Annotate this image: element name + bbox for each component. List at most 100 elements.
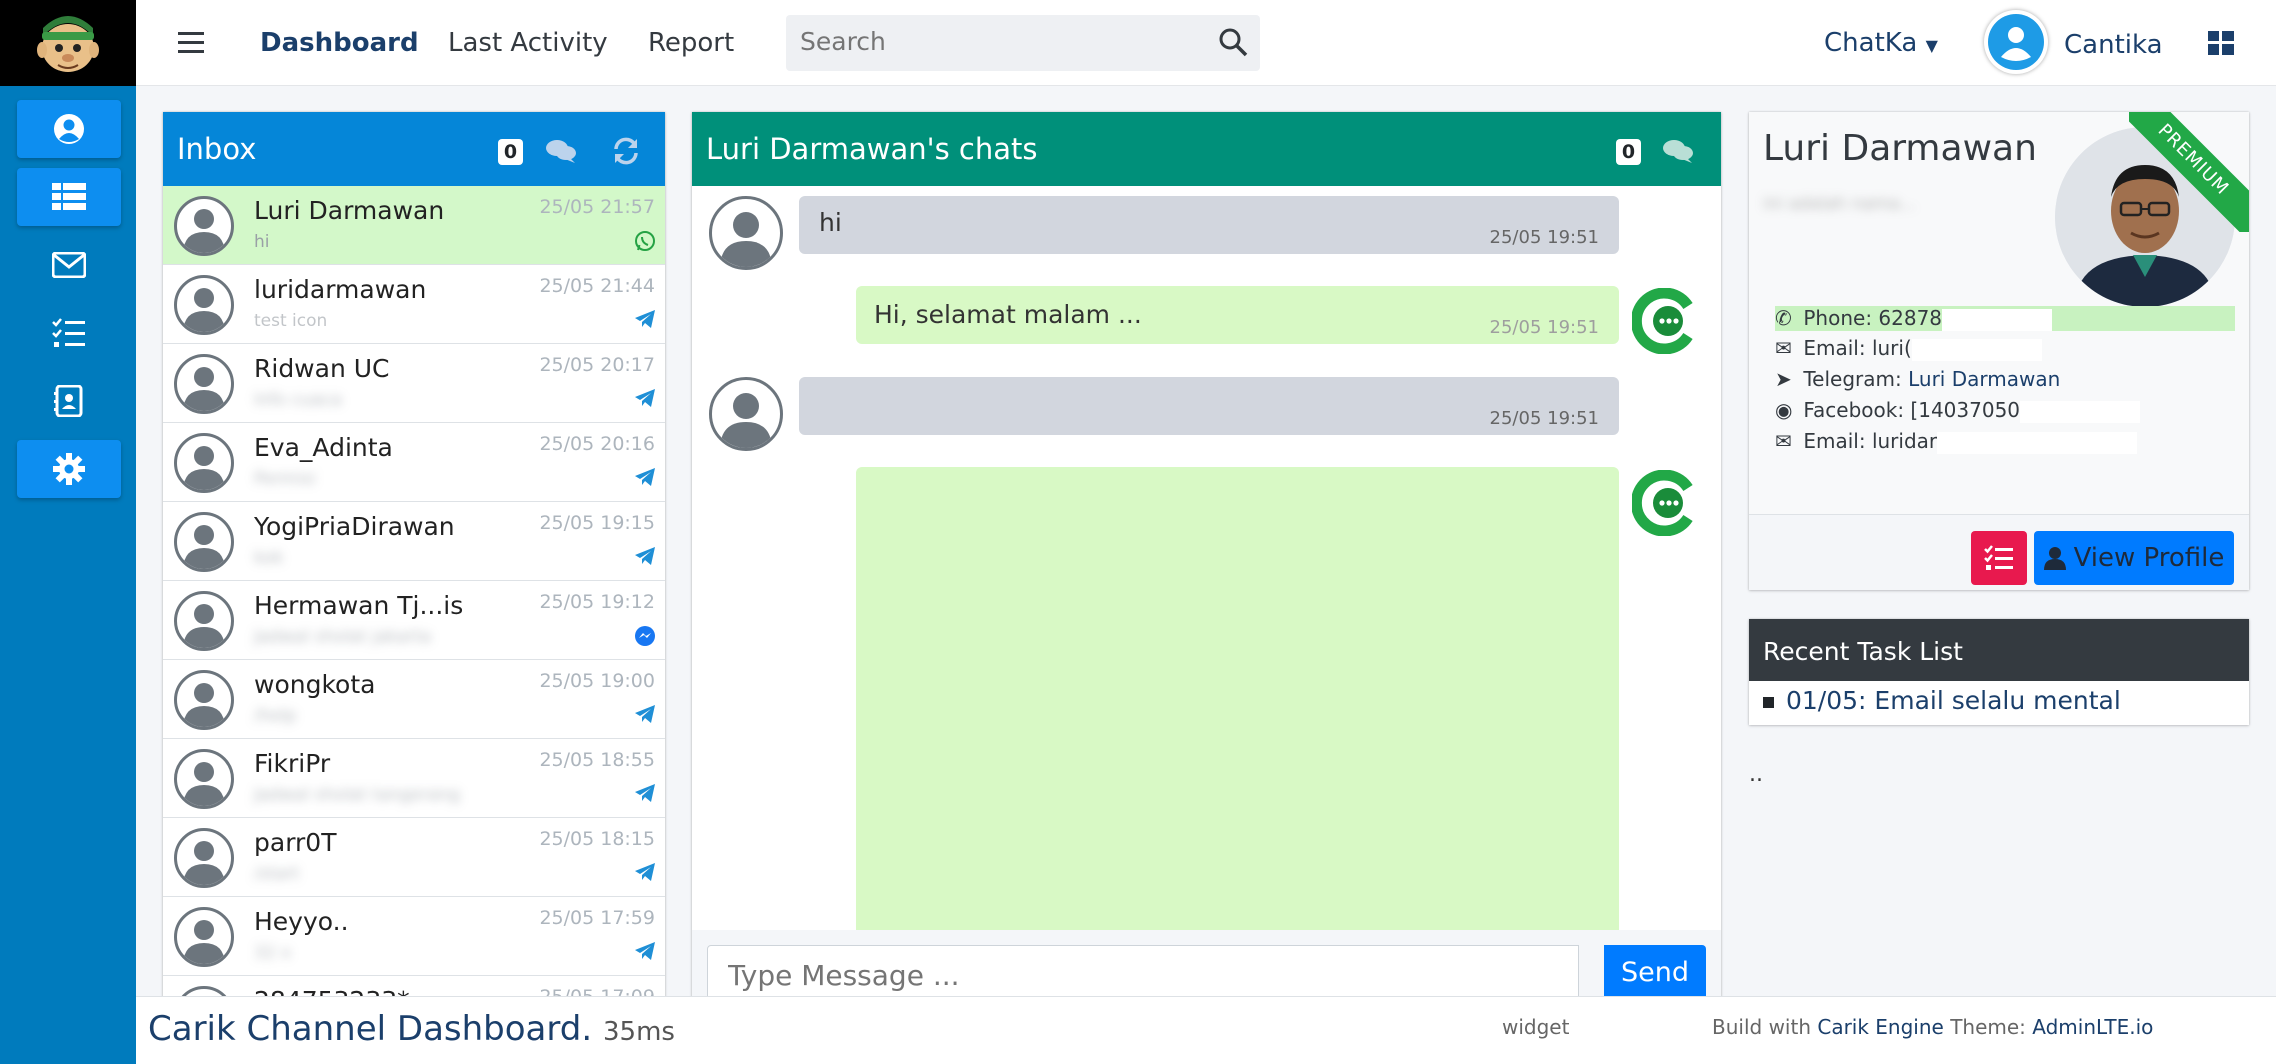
apps-grid-icon[interactable] bbox=[2208, 31, 2234, 59]
user-silhouette-icon bbox=[183, 367, 225, 411]
message-time: 25/05 17:59 bbox=[539, 907, 655, 929]
contact-avatar bbox=[174, 591, 234, 651]
sidebar-item-settings[interactable] bbox=[17, 440, 121, 498]
message-preview: 32 x bbox=[254, 943, 292, 963]
profile-facebook-text: Facebook: [14037050 bbox=[1803, 398, 2021, 422]
user-silhouette-icon bbox=[183, 762, 225, 806]
message-preview: Permisi bbox=[254, 469, 316, 489]
profile-phone: ✆ Phone: 62878 bbox=[1775, 306, 2235, 331]
chat-title: Luri Darmawan's chats bbox=[706, 132, 1038, 166]
profile-subtitle: ini adalah nama... bbox=[1763, 194, 1916, 214]
telegram-icon: ➤ bbox=[1775, 367, 1792, 391]
task-item[interactable]: 01/05: Email selalu mental bbox=[1763, 686, 2121, 715]
sidebar-item-mail[interactable] bbox=[17, 236, 121, 294]
task-item-label: 01/05: Email selalu mental bbox=[1786, 686, 2121, 715]
nav-last-activity[interactable]: Last Activity bbox=[448, 28, 608, 58]
search-icon[interactable] bbox=[1218, 27, 1248, 61]
conversation-item[interactable]: YogiPriaDirawan kok 25/05 19:15 bbox=[163, 502, 665, 581]
user-name[interactable]: Cantika bbox=[2064, 30, 2163, 60]
footer-credits: Build with Carik Engine Theme: AdminLTE.… bbox=[1712, 1015, 2153, 1039]
conversation-item[interactable]: luridarmawan test icon 25/05 21:44 bbox=[163, 265, 665, 344]
contact-avatar bbox=[174, 196, 234, 256]
inbox-title: Inbox bbox=[177, 132, 257, 166]
user-silhouette-icon bbox=[720, 212, 772, 267]
contact-avatar bbox=[174, 512, 234, 572]
premium-ribbon-label: PREMIUM bbox=[2129, 112, 2249, 232]
telegram-icon bbox=[634, 704, 656, 728]
telegram-icon bbox=[634, 862, 656, 886]
extra-text: .. bbox=[1749, 762, 1763, 787]
contact-name: wongkota bbox=[254, 670, 376, 699]
conversation-item[interactable]: Heyyo.. 32 x 25/05 17:59 bbox=[163, 897, 665, 976]
messenger-icon bbox=[634, 625, 656, 651]
chat-header: Luri Darmawan's chats 0 bbox=[692, 112, 1721, 186]
telegram-icon bbox=[634, 783, 656, 807]
contact-avatar bbox=[174, 275, 234, 335]
message-time: 25/05 19:12 bbox=[539, 591, 655, 613]
address-book-icon bbox=[54, 385, 83, 417]
telegram-icon bbox=[634, 941, 656, 965]
bot-dropdown[interactable]: ChatKa ▼ bbox=[1824, 28, 1938, 58]
inbox-card: Inbox 0 Luri Darmawan hi 25/05 21:57 lurida… bbox=[163, 112, 665, 1002]
nav-report[interactable]: Report bbox=[648, 28, 734, 58]
brand-logo[interactable] bbox=[0, 0, 136, 86]
user-silhouette-icon bbox=[183, 288, 225, 332]
conversation-item[interactable]: wongkota/help 25/05 19:00 bbox=[163, 660, 665, 739]
user-silhouette-icon bbox=[183, 683, 225, 727]
message-text: Hi, selamat malam ... bbox=[874, 300, 1142, 329]
profile-actions: View Profile bbox=[1749, 514, 2249, 590]
message-input[interactable] bbox=[707, 945, 1579, 1002]
sidebar-item-contacts[interactable] bbox=[17, 372, 121, 430]
comments-icon[interactable] bbox=[545, 138, 577, 168]
contact-name: parr0T bbox=[254, 828, 337, 857]
conversation-item[interactable]: Luri Darmawan hi 25/05 21:57 bbox=[163, 186, 665, 265]
search-input[interactable] bbox=[800, 27, 1200, 56]
message-bubble-out bbox=[856, 467, 1619, 937]
phone-icon: ✆ bbox=[1775, 306, 1792, 330]
profile-email-2: ✉ Email: luridar bbox=[1775, 429, 2138, 454]
sidebar-item-profile[interactable] bbox=[17, 100, 121, 158]
table-icon bbox=[52, 183, 86, 210]
footer: Carik Channel Dashboard. 35ms widget Bui… bbox=[136, 996, 2276, 1064]
sidebar bbox=[0, 0, 136, 1064]
message-time: 25/05 19:00 bbox=[539, 670, 655, 692]
task-list-button[interactable] bbox=[1971, 531, 2027, 585]
message-preview: Jadwal sholat tangerang bbox=[254, 785, 460, 805]
user-silhouette-icon bbox=[183, 446, 225, 490]
contact-name: Hermawan Tj...is bbox=[254, 591, 464, 620]
conversation-item[interactable]: parr0T/start 25/05 18:15 bbox=[163, 818, 665, 897]
envelope-icon: ✉ bbox=[1775, 336, 1792, 360]
profile-email2-text: Email: luridar bbox=[1803, 429, 1938, 453]
profile-telegram-label: Telegram: bbox=[1803, 367, 1909, 391]
refresh-icon[interactable] bbox=[611, 136, 641, 170]
user-avatar[interactable] bbox=[1984, 10, 2048, 74]
hamburger-menu-icon[interactable] bbox=[178, 31, 204, 59]
user-silhouette-icon bbox=[720, 393, 772, 448]
message-preview: Info cuaca bbox=[254, 390, 342, 410]
bot-dropdown-label: ChatKa bbox=[1824, 28, 1918, 58]
user-silhouette-icon bbox=[183, 604, 225, 648]
footer-engine-link[interactable]: Carik Engine bbox=[1817, 1015, 1943, 1039]
message-time: 25/05 21:57 bbox=[539, 196, 655, 218]
user-circle-icon bbox=[54, 114, 84, 144]
conversation-item[interactable]: Ridwan UC Info cuaca 25/05 20:17 bbox=[163, 344, 665, 423]
profile-telegram-link[interactable]: Luri Darmawan bbox=[1908, 367, 2060, 391]
view-profile-button[interactable]: View Profile bbox=[2034, 531, 2234, 585]
conversation-item[interactable]: FikriPr Jadwal sholat tangerang 25/05 18:5… bbox=[163, 739, 665, 818]
contact-avatar bbox=[174, 749, 234, 809]
nav-dashboard[interactable]: Dashboard bbox=[260, 28, 419, 58]
comments-icon[interactable] bbox=[1662, 138, 1694, 168]
gear-icon bbox=[53, 453, 85, 485]
conversation-item[interactable]: Eva_Adinta Permisi 25/05 20:16 bbox=[163, 423, 665, 502]
message-time: 25/05 19:51 bbox=[1489, 408, 1599, 429]
sidebar-item-table[interactable] bbox=[17, 168, 121, 226]
profile-name: Luri Darmawan bbox=[1763, 128, 2037, 169]
user-icon bbox=[2043, 547, 2066, 570]
conversation-item[interactable]: Hermawan Tj...is Jadwal sholat jakarta 25/… bbox=[163, 581, 665, 660]
contact-name: Luri Darmawan bbox=[254, 196, 445, 225]
footer-widget-link[interactable]: widget bbox=[1502, 1015, 1569, 1039]
footer-theme-link[interactable]: AdminLTE.io bbox=[2032, 1015, 2153, 1039]
sidebar-item-tasks[interactable] bbox=[17, 304, 121, 362]
send-button[interactable]: Send bbox=[1604, 945, 1706, 1002]
footer-theme-prefix: Theme: bbox=[1943, 1015, 2033, 1039]
